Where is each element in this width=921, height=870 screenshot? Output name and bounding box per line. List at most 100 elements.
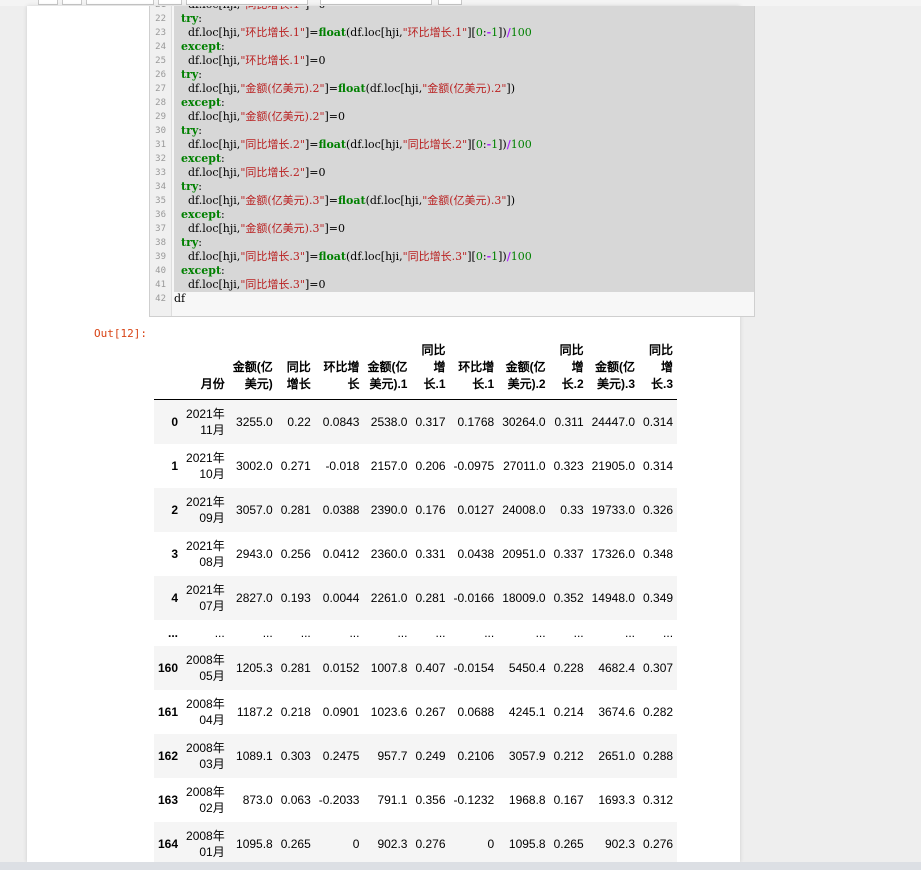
toolbar-button[interactable] — [438, 0, 462, 5]
line-number: 35 — [155, 196, 166, 206]
cell-type-select[interactable] — [320, 0, 432, 5]
table-cell: 18009.0 — [502, 590, 546, 605]
table-cell: 0.337 — [553, 546, 584, 561]
table-cell: 0.282 — [643, 704, 674, 719]
code-line: 39 df.loc[hji,"同比增长.3"]=float(df.loc[hji… — [150, 250, 754, 264]
table-cell: 0.288 — [643, 748, 674, 763]
code-text: df.loc[hji,"金额(亿美元).2"]=0 — [174, 110, 754, 124]
table-cell: 0.0901 — [322, 704, 360, 719]
horizontal-scrollbar[interactable] — [0, 862, 921, 870]
table-cell: 14948.0 — [591, 590, 636, 605]
table-cell: 0.276 — [415, 836, 446, 851]
column-header: 环比增长 — [314, 342, 364, 400]
table-cell: 0.407 — [415, 660, 446, 675]
line-number: 34 — [155, 182, 166, 192]
table-cell: 0.349 — [643, 590, 674, 605]
table-cell: 0.22 — [287, 414, 311, 429]
line-number: 27 — [155, 84, 166, 94]
code-text: try: — [174, 124, 754, 138]
line-number: 41 — [155, 280, 166, 290]
row-index: 2 — [171, 502, 179, 517]
code-text: df.loc[hji,"同比增长.3"]=0 — [174, 278, 754, 292]
table-cell: 3255.0 — [236, 414, 273, 429]
table-cell: 0.265 — [280, 836, 311, 851]
line-number: 33 — [155, 168, 166, 178]
code-text: df.loc[hji,"同比增长.2"]=0 — [174, 166, 754, 180]
toolbar-button[interactable] — [62, 0, 82, 5]
table-cell: 27011.0 — [503, 458, 546, 473]
table-cell: 0.0412 — [322, 546, 360, 561]
toolbar-button[interactable] — [158, 0, 182, 5]
table-cell: ... — [262, 625, 273, 640]
table-cell: 0.249 — [415, 748, 446, 763]
table-row: 3 2021年 08月 2943.0 0.256 0.0412 2360.0 0.331 0.0… — [154, 532, 677, 576]
line-number: 22 — [155, 14, 166, 24]
line-number: 32 — [155, 154, 166, 164]
code-text: df.loc[hji,"同比增长.2"]=float(df.loc[hji,"同… — [174, 138, 754, 152]
table-cell: 2008年 03月 — [186, 740, 225, 771]
table-row: 164 2008年 01月 1095.8 0.265 0 902.3 0.276 0 1095.8… — [154, 821, 678, 866]
toolbar-button[interactable] — [186, 0, 308, 5]
code-cell-editor[interactable]: 21 df.loc[hji,"同比增长.1"]=022 try:23 df.lo… — [149, 6, 755, 317]
table-cell: -0.1232 — [453, 792, 495, 807]
row-index: 162 — [158, 748, 179, 763]
table-cell: ... — [625, 625, 636, 640]
table-cell: 0.356 — [415, 792, 446, 807]
table-cell: 0.228 — [553, 660, 584, 675]
line-number: 42 — [155, 294, 166, 304]
code-text: try: — [174, 12, 754, 26]
table-cell: 957.7 — [377, 748, 408, 763]
table-row: 4 2021年 07月 2827.0 0.193 0.0044 2261.0 0.281 -0.… — [154, 575, 678, 620]
table-cell: 2651.0 — [598, 748, 636, 763]
table-cell: 2360.0 — [370, 546, 408, 561]
table-cell: 0.276 — [643, 836, 674, 851]
table-cell: -0.2033 — [318, 792, 360, 807]
table-cell: 0.314 — [643, 414, 674, 429]
table-cell: 20951.0 — [502, 546, 546, 561]
output-prompt: Out[12]: — [94, 327, 147, 340]
code-line: 42 df — [150, 292, 754, 306]
toolbar-button[interactable] — [86, 0, 154, 5]
code-line: 27 df.loc[hji,"金额(亿美元).2"]=float(df.loc[… — [150, 82, 754, 96]
table-cell: 2021年 10月 — [186, 450, 225, 481]
table-cell: 0.281 — [280, 660, 311, 675]
code-text: except: — [174, 264, 754, 278]
code-text: df.loc[hji,"环比增长.1"]=float(df.loc[hji,"环… — [174, 26, 754, 40]
table-cell: 0.2106 — [457, 748, 495, 763]
table-cell: 1205.3 — [236, 660, 273, 675]
table-cell: 3002.0 — [236, 458, 273, 473]
code-line: 34 try: — [150, 180, 754, 194]
table-cell: 0.0152 — [322, 660, 360, 675]
table-cell: 1089.1 — [236, 748, 273, 763]
row-index: 161 — [158, 704, 179, 719]
line-number: 30 — [155, 126, 166, 136]
table-cell: 2390.0 — [370, 502, 408, 517]
table-cell: 0.063 — [280, 792, 311, 807]
code-line: 40 except: — [150, 264, 754, 278]
row-index: 164 — [158, 836, 179, 851]
table-cell: 0.314 — [643, 458, 674, 473]
row-index: 163 — [158, 792, 179, 807]
table-cell: -0.0975 — [453, 458, 495, 473]
table-cell: 4245.1 — [508, 704, 546, 719]
toolbar-button[interactable] — [38, 0, 58, 5]
table-cell: 0.176 — [415, 502, 446, 517]
table-cell: 24008.0 — [502, 502, 546, 517]
table-cell: 2157.0 — [370, 458, 408, 473]
line-number: 26 — [155, 70, 166, 80]
table-cell: 0.303 — [280, 748, 311, 763]
row-index: ... — [168, 625, 179, 640]
code-line: 38 try: — [150, 236, 754, 250]
code-line: 41 df.loc[hji,"同比增长.3"]=0 — [150, 278, 754, 292]
line-number: 29 — [155, 112, 166, 122]
table-cell: ... — [535, 625, 546, 640]
table-cell: ... — [300, 625, 311, 640]
column-header: 金额(亿 美元).3 — [587, 342, 640, 400]
table-cell: -0.018 — [325, 458, 360, 473]
table-cell: 0.331 — [415, 546, 446, 561]
line-number: 23 — [155, 28, 166, 38]
table-cell: -0.0154 — [453, 660, 495, 675]
table-cell: 0.33 — [560, 502, 584, 517]
table-cell: 24447.0 — [591, 414, 636, 429]
table-cell: 3674.6 — [598, 704, 636, 719]
